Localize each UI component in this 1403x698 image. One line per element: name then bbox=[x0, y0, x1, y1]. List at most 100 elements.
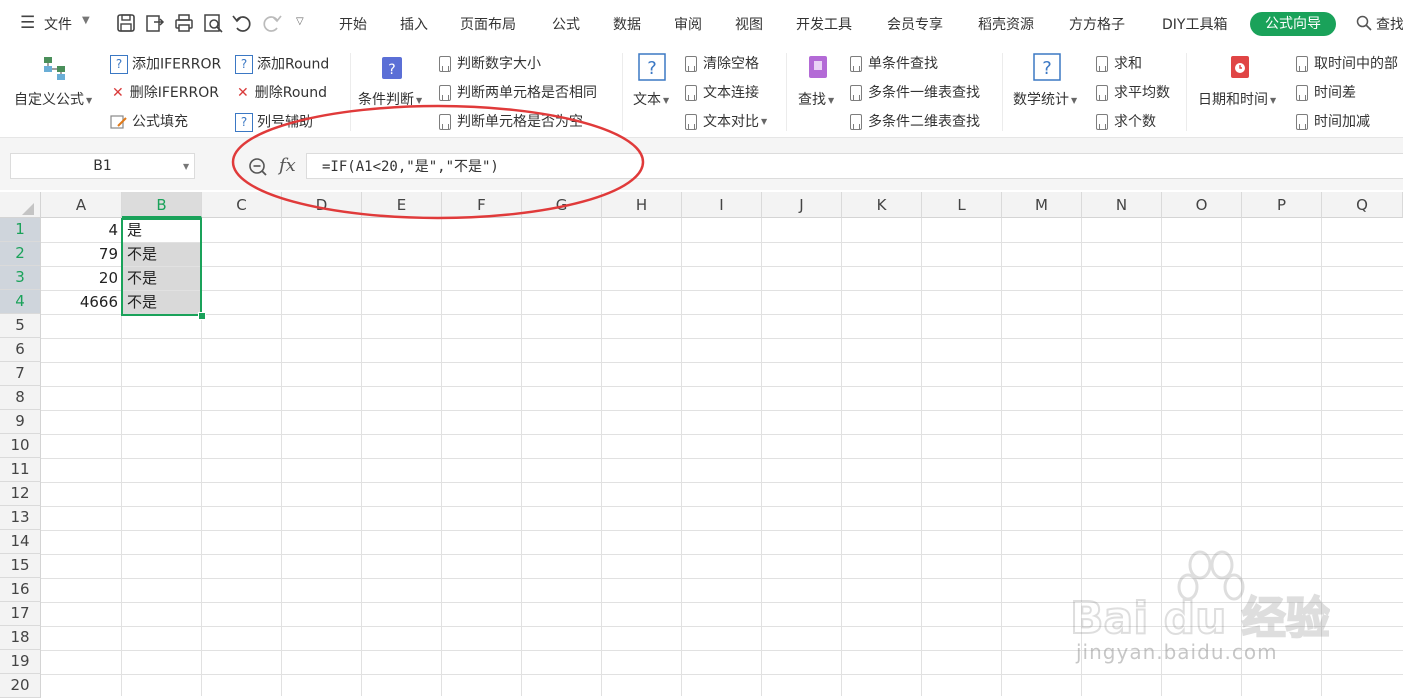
row-header[interactable]: 12 bbox=[0, 482, 41, 506]
tab-formulas[interactable]: 公式 bbox=[552, 14, 580, 34]
column-header[interactable]: J bbox=[762, 192, 842, 218]
row-header[interactable]: 3 bbox=[0, 266, 41, 290]
single-condition-find-button[interactable]: 单条件查找 bbox=[850, 55, 938, 73]
grid-line bbox=[41, 458, 1403, 459]
text-join-button[interactable]: 文本连接 bbox=[685, 84, 759, 102]
grid-line bbox=[41, 434, 1403, 435]
row-header[interactable]: 13 bbox=[0, 506, 41, 530]
datetime-button[interactable]: 日期和时间 ▼ bbox=[1198, 89, 1276, 109]
multi-condition-2d-find-button[interactable]: 多条件二维表查找 bbox=[850, 113, 980, 131]
tab-ffcell[interactable]: 方方格子 bbox=[1069, 14, 1125, 34]
search-icon[interactable] bbox=[1356, 15, 1372, 31]
row-header[interactable]: 19 bbox=[0, 650, 41, 674]
fill-handle[interactable] bbox=[198, 312, 206, 320]
delete-round-button[interactable]: ✕ 删除Round bbox=[237, 84, 327, 102]
add-iferror-button[interactable]: ? 添加IFERROR bbox=[110, 55, 221, 74]
row-header[interactable]: 14 bbox=[0, 530, 41, 554]
tab-insert[interactable]: 插入 bbox=[400, 14, 428, 34]
row-header[interactable]: 4 bbox=[0, 290, 41, 314]
cell-a3[interactable]: 20 bbox=[41, 267, 121, 290]
sum-button[interactable]: 求和 bbox=[1096, 55, 1142, 73]
chevron-down-icon[interactable]: ▼ bbox=[183, 162, 189, 171]
row-header[interactable]: 10 bbox=[0, 434, 41, 458]
tab-diy-toolbox[interactable]: DIY工具箱 bbox=[1162, 14, 1227, 34]
row-header[interactable]: 2 bbox=[0, 242, 41, 266]
row-header[interactable]: 16 bbox=[0, 578, 41, 602]
tab-data[interactable]: 数据 bbox=[613, 14, 641, 34]
grid-line bbox=[41, 314, 1403, 315]
column-header[interactable]: O bbox=[1162, 192, 1242, 218]
take-time-part-button[interactable]: 取时间中的部 bbox=[1296, 55, 1398, 73]
select-all-corner[interactable] bbox=[0, 192, 41, 218]
add-round-button[interactable]: ? 添加Round bbox=[235, 55, 329, 74]
save-icon[interactable] bbox=[115, 12, 137, 34]
bookmark-icon bbox=[850, 56, 862, 72]
column-header[interactable]: L bbox=[922, 192, 1002, 218]
formula-fill-button[interactable]: 公式填充 bbox=[110, 113, 188, 131]
chevron-down-icon[interactable]: ▼ bbox=[82, 15, 90, 26]
print-preview-icon[interactable] bbox=[202, 12, 224, 34]
column-header[interactable]: K bbox=[842, 192, 922, 218]
cell-a4[interactable]: 4666 bbox=[41, 291, 121, 314]
tab-developer[interactable]: 开发工具 bbox=[796, 14, 852, 34]
column-header[interactable]: B bbox=[122, 192, 202, 218]
grid-line bbox=[361, 218, 362, 696]
row-header[interactable]: 1 bbox=[0, 218, 41, 242]
svg-text:?: ? bbox=[647, 58, 657, 79]
grid-line bbox=[41, 242, 1403, 243]
row-header[interactable]: 11 bbox=[0, 458, 41, 482]
tab-formula-wizard[interactable]: 公式向导 bbox=[1250, 12, 1336, 36]
tab-docer[interactable]: 稻壳资源 bbox=[978, 14, 1034, 34]
export-icon[interactable] bbox=[144, 12, 166, 34]
row-header[interactable]: 6 bbox=[0, 338, 41, 362]
bookmark-icon bbox=[1096, 85, 1108, 101]
time-add-button[interactable]: 时间加减 bbox=[1296, 113, 1370, 131]
file-menu[interactable]: 文件 bbox=[44, 14, 72, 34]
text-compare-button[interactable]: 文本对比 ▼ bbox=[685, 113, 767, 131]
tab-home[interactable]: 开始 bbox=[339, 14, 367, 34]
math-stats-button[interactable]: 数学统计 ▼ bbox=[1013, 89, 1077, 109]
grid-line bbox=[441, 218, 442, 696]
search-label[interactable]: 查找 bbox=[1376, 14, 1403, 34]
row-header[interactable]: 9 bbox=[0, 410, 41, 434]
column-header[interactable]: A bbox=[41, 192, 122, 218]
average-button[interactable]: 求平均数 bbox=[1096, 84, 1170, 102]
bookmark-icon bbox=[850, 114, 862, 130]
clear-spaces-button[interactable]: 清除空格 bbox=[685, 55, 759, 73]
column-header[interactable]: I bbox=[682, 192, 762, 218]
row-header[interactable]: 15 bbox=[0, 554, 41, 578]
row-header[interactable]: 7 bbox=[0, 362, 41, 386]
print-icon[interactable] bbox=[173, 12, 195, 34]
cell-a2[interactable]: 79 bbox=[41, 243, 121, 266]
find-button[interactable]: 查找 ▼ bbox=[798, 89, 834, 109]
tab-view[interactable]: 视图 bbox=[735, 14, 763, 34]
tab-review[interactable]: 审阅 bbox=[674, 14, 702, 34]
judge-number-size-button[interactable]: 判断数字大小 bbox=[439, 55, 541, 73]
multi-condition-1d-find-button[interactable]: 多条件一维表查找 bbox=[850, 84, 980, 102]
column-header[interactable]: P bbox=[1242, 192, 1322, 218]
org-chart-icon bbox=[44, 57, 65, 80]
row-header[interactable]: 20 bbox=[0, 674, 41, 698]
row-header[interactable]: 8 bbox=[0, 386, 41, 410]
delete-iferror-button[interactable]: ✕ 删除IFERROR bbox=[112, 84, 219, 102]
tab-member[interactable]: 会员专享 bbox=[887, 14, 943, 34]
tab-page-layout[interactable]: 页面布局 bbox=[460, 14, 516, 34]
custom-formula-button[interactable]: 自定义公式 ▼ bbox=[14, 89, 92, 109]
count-button[interactable]: 求个数 bbox=[1096, 113, 1156, 131]
row-header[interactable]: 5 bbox=[0, 314, 41, 338]
column-header[interactable]: Q bbox=[1322, 192, 1403, 218]
column-header[interactable]: M bbox=[1002, 192, 1082, 218]
row-header[interactable]: 17 bbox=[0, 602, 41, 626]
name-box[interactable]: B1 bbox=[10, 153, 195, 179]
hamburger-icon[interactable]: ☰ bbox=[20, 13, 35, 33]
row-header[interactable]: 18 bbox=[0, 626, 41, 650]
judge-cells-same-button[interactable]: 判断两单元格是否相同 bbox=[439, 84, 597, 102]
cell-a1[interactable]: 4 bbox=[41, 219, 121, 242]
undo-icon[interactable] bbox=[231, 12, 253, 34]
grid-line bbox=[681, 218, 682, 696]
redo-icon[interactable] bbox=[261, 12, 283, 34]
ribbon-divider bbox=[1002, 53, 1003, 131]
column-header[interactable]: N bbox=[1082, 192, 1162, 218]
customize-quick-access-icon[interactable]: ▽ bbox=[296, 16, 304, 27]
time-diff-button[interactable]: 时间差 bbox=[1296, 84, 1356, 102]
